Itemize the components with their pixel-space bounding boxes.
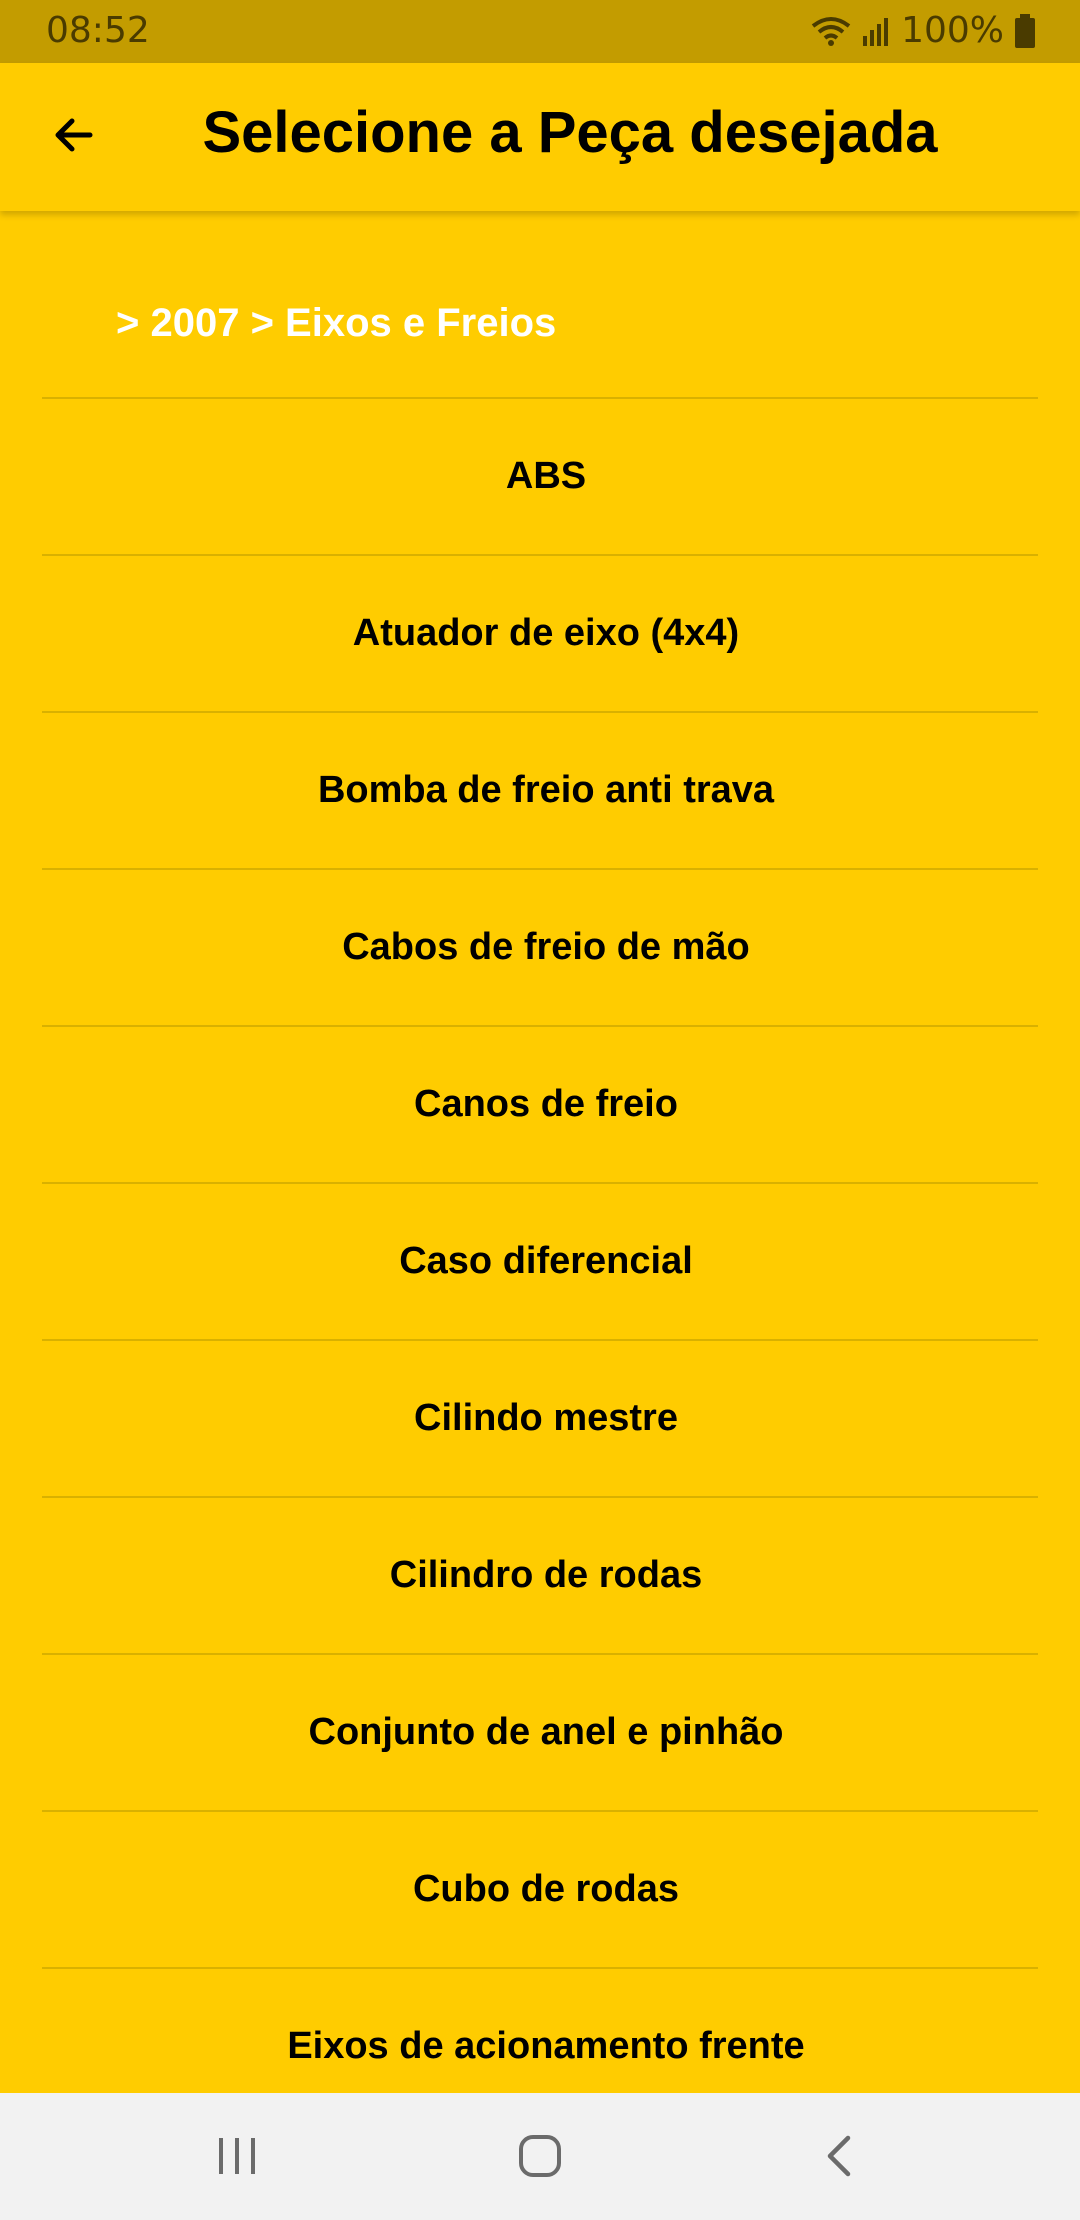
status-icons: 100% <box>811 10 1036 51</box>
navigation-bar <box>0 2093 1080 2220</box>
status-bar: 08:52 100% <box>0 0 1080 63</box>
list-item[interactable]: Cubo de rodas <box>42 1810 1038 1967</box>
home-icon <box>516 2132 564 2185</box>
list-item[interactable]: Cabos de freio de mão <box>42 868 1038 1025</box>
system-back-button[interactable] <box>805 2123 875 2193</box>
signal-icon <box>861 16 891 46</box>
breadcrumb: > 2007 > Eixos e Freios <box>116 301 557 345</box>
list-item[interactable]: Conjunto de anel e pinhão <box>42 1653 1038 1810</box>
list-item[interactable]: Atuador de eixo (4x4) <box>42 554 1038 711</box>
list-item[interactable]: Cilindo mestre <box>42 1339 1038 1496</box>
parts-list: ABS Atuador de eixo (4x4) Bomba de freio… <box>42 397 1038 2093</box>
app-bar: Selecione a Peça desejada <box>0 63 1080 211</box>
recent-apps-icon <box>215 2136 259 2181</box>
battery-icon <box>1014 13 1036 48</box>
list-item[interactable]: Bomba de freio anti trava <box>42 711 1038 868</box>
list-item[interactable]: Caso diferencial <box>42 1182 1038 1339</box>
recent-apps-button[interactable] <box>202 2123 272 2193</box>
list-item[interactable]: Cilindro de rodas <box>42 1496 1038 1653</box>
status-time: 08:52 <box>46 10 150 51</box>
home-button[interactable] <box>505 2123 575 2193</box>
list-item[interactable]: Canos de freio <box>42 1025 1038 1182</box>
list-item[interactable]: Eixos de acionamento frente <box>42 1967 1038 2093</box>
page-title: Selecione a Peça desejada <box>202 100 938 165</box>
list-item[interactable]: ABS <box>42 397 1038 554</box>
content-area: > 2007 > Eixos e Freios ABS Atuador de e… <box>0 211 1080 2093</box>
wifi-icon <box>811 16 851 46</box>
battery-text: 100% <box>901 10 1004 51</box>
back-icon <box>820 2132 860 2185</box>
